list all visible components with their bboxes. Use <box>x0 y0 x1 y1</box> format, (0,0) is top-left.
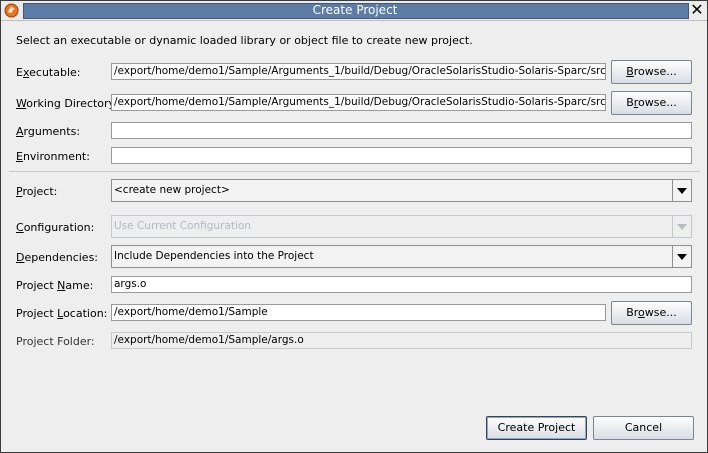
project-label: Project: <box>16 185 58 198</box>
executable-label: Executable: <box>16 66 81 79</box>
project-folder-field: /export/home/demo1/Sample/args.o <box>111 332 692 349</box>
working-directory-browse-button[interactable]: Browse... <box>611 91 692 115</box>
dependencies-label: Dependencies: <box>16 251 99 264</box>
title-bar[interactable]: Create Project ✕ <box>1 1 707 21</box>
project-location-browse-button[interactable]: Browse... <box>611 301 692 325</box>
dependencies-combo-value: Include Dependencies into the Project <box>114 250 314 262</box>
intro-text: Select an executable or dynamic loaded l… <box>16 34 473 47</box>
executable-field[interactable]: /export/home/demo1/Sample/Arguments_1/bu… <box>111 63 606 80</box>
configuration-label: Configuration: <box>16 221 95 234</box>
netbeans-app-icon <box>4 3 19 18</box>
project-location-label: Project Location: <box>16 307 108 320</box>
working-directory-field[interactable]: /export/home/demo1/Sample/Arguments_1/bu… <box>111 94 606 111</box>
chevron-down-icon[interactable] <box>672 180 691 201</box>
project-location-field[interactable]: /export/home/demo1/Sample <box>111 304 606 321</box>
configuration-combo: Use Current Configuration <box>111 215 692 238</box>
dialog-title: Create Project <box>312 3 398 17</box>
chevron-down-icon <box>672 216 691 237</box>
environment-field[interactable] <box>111 147 692 164</box>
environment-label: Environment: <box>16 150 90 163</box>
arguments-field[interactable] <box>111 122 692 139</box>
create-project-dialog: Create Project ✕ Select an executable or… <box>0 0 708 453</box>
project-name-label: Project Name: <box>16 279 94 292</box>
executable-browse-button[interactable]: Browse... <box>611 60 692 84</box>
close-icon[interactable]: ✕ <box>689 2 705 18</box>
separator <box>9 171 700 172</box>
cancel-button[interactable]: Cancel <box>593 416 694 440</box>
create-project-button[interactable]: Create Project <box>486 416 587 440</box>
working-directory-label: Working Directory: <box>16 97 118 110</box>
chevron-down-icon[interactable] <box>672 246 691 267</box>
project-combo-value: <create new project> <box>114 184 230 196</box>
configuration-combo-value: Use Current Configuration <box>114 220 251 232</box>
dependencies-combo[interactable]: Include Dependencies into the Project <box>111 245 692 268</box>
arguments-label: Arguments: <box>16 125 81 138</box>
project-folder-label: Project Folder: <box>16 335 95 348</box>
project-name-field[interactable]: args.o <box>111 276 692 293</box>
project-combo[interactable]: <create new project> <box>111 179 692 202</box>
